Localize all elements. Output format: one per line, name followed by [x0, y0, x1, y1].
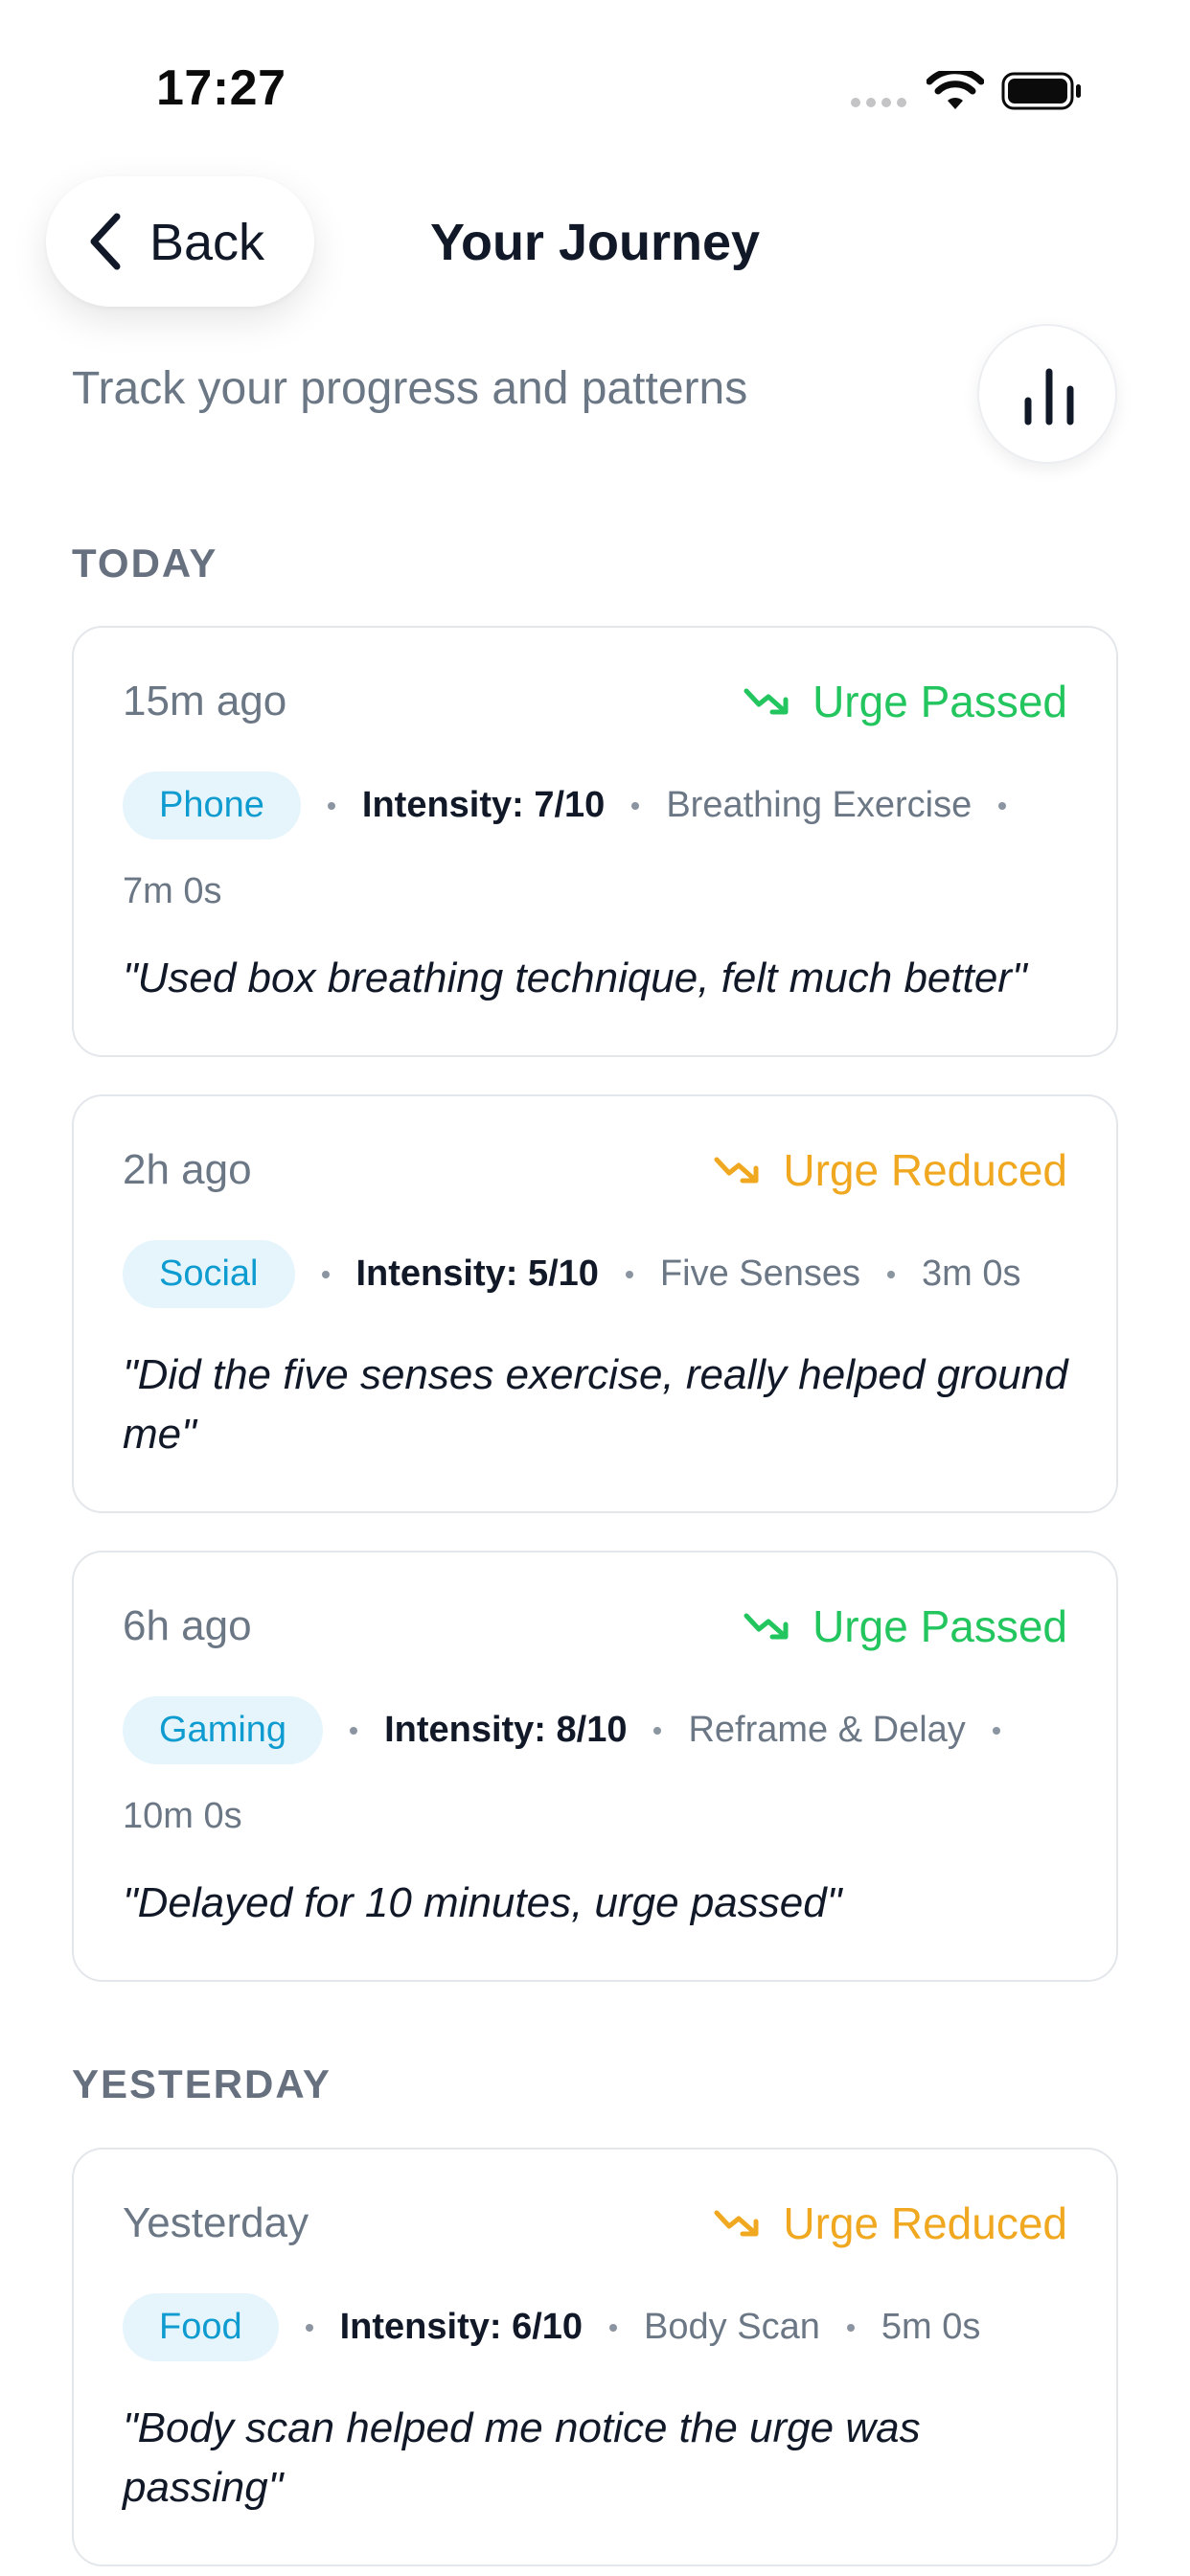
entry-note: "Did the five senses exercise, really he… — [123, 1351, 1068, 1458]
entry-meta: Social Intensity: 5/10 Five Senses 3m 0s — [123, 1240, 1078, 1308]
entry-duration: 7m 0s — [123, 871, 222, 911]
entry-time: 2h ago — [123, 1146, 252, 1193]
status-time: 17:27 — [156, 60, 286, 116]
entry-note: "Body scan helped me notice the urge was… — [123, 2404, 921, 2511]
trending-down-icon — [714, 1157, 759, 1184]
entry-status: Urge Reduced — [714, 2197, 1067, 2249]
entry-status: Urge Passed — [744, 1600, 1067, 1652]
separator-dot — [653, 1726, 662, 1735]
entry-note: "Used box breathing technique, felt much… — [123, 954, 1027, 1001]
entry-status-label: Urge Passed — [812, 1601, 1067, 1651]
entry-status: Urge Reduced — [714, 1144, 1067, 1196]
separator-dot — [846, 2323, 855, 2332]
journal-card[interactable]: 15m ago Urge Passed Phone Intensity: 7/1… — [72, 626, 1118, 1057]
entry-meta: Food Intensity: 6/10 Body Scan 5m 0s — [123, 2293, 1078, 2361]
journal-card[interactable]: 6h ago Urge Passed Gaming Intensity: 8/1… — [72, 1551, 1118, 1982]
journal-card[interactable]: 2h ago Urge Reduced Social Intensity: 5/… — [72, 1094, 1118, 1513]
entry-time: 15m ago — [123, 678, 287, 724]
entry-intensity: Intensity: 8/10 — [384, 1710, 628, 1750]
separator-dot — [992, 1726, 1000, 1735]
battery-icon — [1001, 72, 1081, 110]
category-chip: Gaming — [123, 1696, 324, 1764]
section-label-yesterday: YESTERDAY — [72, 2061, 332, 2106]
page-title: Your Journey — [429, 214, 761, 271]
separator-dot — [321, 1270, 330, 1278]
entry-duration: 10m 0s — [123, 1796, 242, 1836]
entry-intensity: Intensity: 7/10 — [361, 785, 606, 825]
entry-time: Yesterday — [123, 2199, 309, 2246]
trending-down-icon — [744, 1613, 789, 1640]
entry-meta: Phone Intensity: 7/10 Breathing Exercise — [123, 771, 1078, 840]
stats-button[interactable] — [977, 324, 1117, 464]
separator-dot — [305, 2323, 313, 2332]
entry-intensity: Intensity: 5/10 — [355, 1254, 599, 1294]
trending-down-icon — [744, 688, 789, 715]
entry-note: "Delayed for 10 minutes, urge passed" — [123, 1879, 842, 1926]
trending-down-icon — [714, 2210, 759, 2237]
entry-duration: 5m 0s — [881, 2307, 981, 2347]
separator-dot — [350, 1726, 358, 1735]
separator-dot — [625, 1270, 633, 1278]
cellular-signal-icon — [851, 96, 910, 109]
category-chip: Social — [123, 1240, 295, 1308]
entry-technique: Breathing Exercise — [666, 785, 973, 825]
entry-status-label: Urge Passed — [812, 677, 1067, 726]
separator-dot — [327, 801, 335, 810]
section-label-today: TODAY — [72, 540, 218, 586]
category-chip: Food — [123, 2293, 279, 2361]
entry-technique: Five Senses — [659, 1254, 861, 1294]
entry-status: Urge Passed — [744, 676, 1067, 727]
separator-dot — [631, 801, 640, 810]
entry-technique: Body Scan — [644, 2307, 820, 2347]
entry-status-label: Urge Reduced — [783, 2198, 1067, 2248]
entry-technique: Reframe & Delay — [688, 1710, 966, 1750]
entry-time: 6h ago — [123, 1602, 252, 1649]
status-bar: 17:27 — [0, 0, 1190, 153]
separator-dot — [998, 801, 1007, 810]
separator-dot — [609, 2323, 618, 2332]
bar-chart-icon — [1024, 368, 1074, 426]
entry-meta: Gaming Intensity: 8/10 Reframe & Delay — [123, 1696, 1078, 1764]
entry-status-label: Urge Reduced — [783, 1145, 1067, 1195]
entry-intensity: Intensity: 6/10 — [339, 2307, 584, 2347]
wifi-icon — [927, 71, 984, 109]
separator-dot — [887, 1270, 896, 1278]
journal-card[interactable]: Yesterday Urge Reduced Food Intensity: 6… — [72, 2148, 1118, 2566]
page-subtitle: Track your progress and patterns — [72, 363, 748, 414]
category-chip: Phone — [123, 771, 301, 840]
entry-duration: 3m 0s — [922, 1254, 1021, 1294]
